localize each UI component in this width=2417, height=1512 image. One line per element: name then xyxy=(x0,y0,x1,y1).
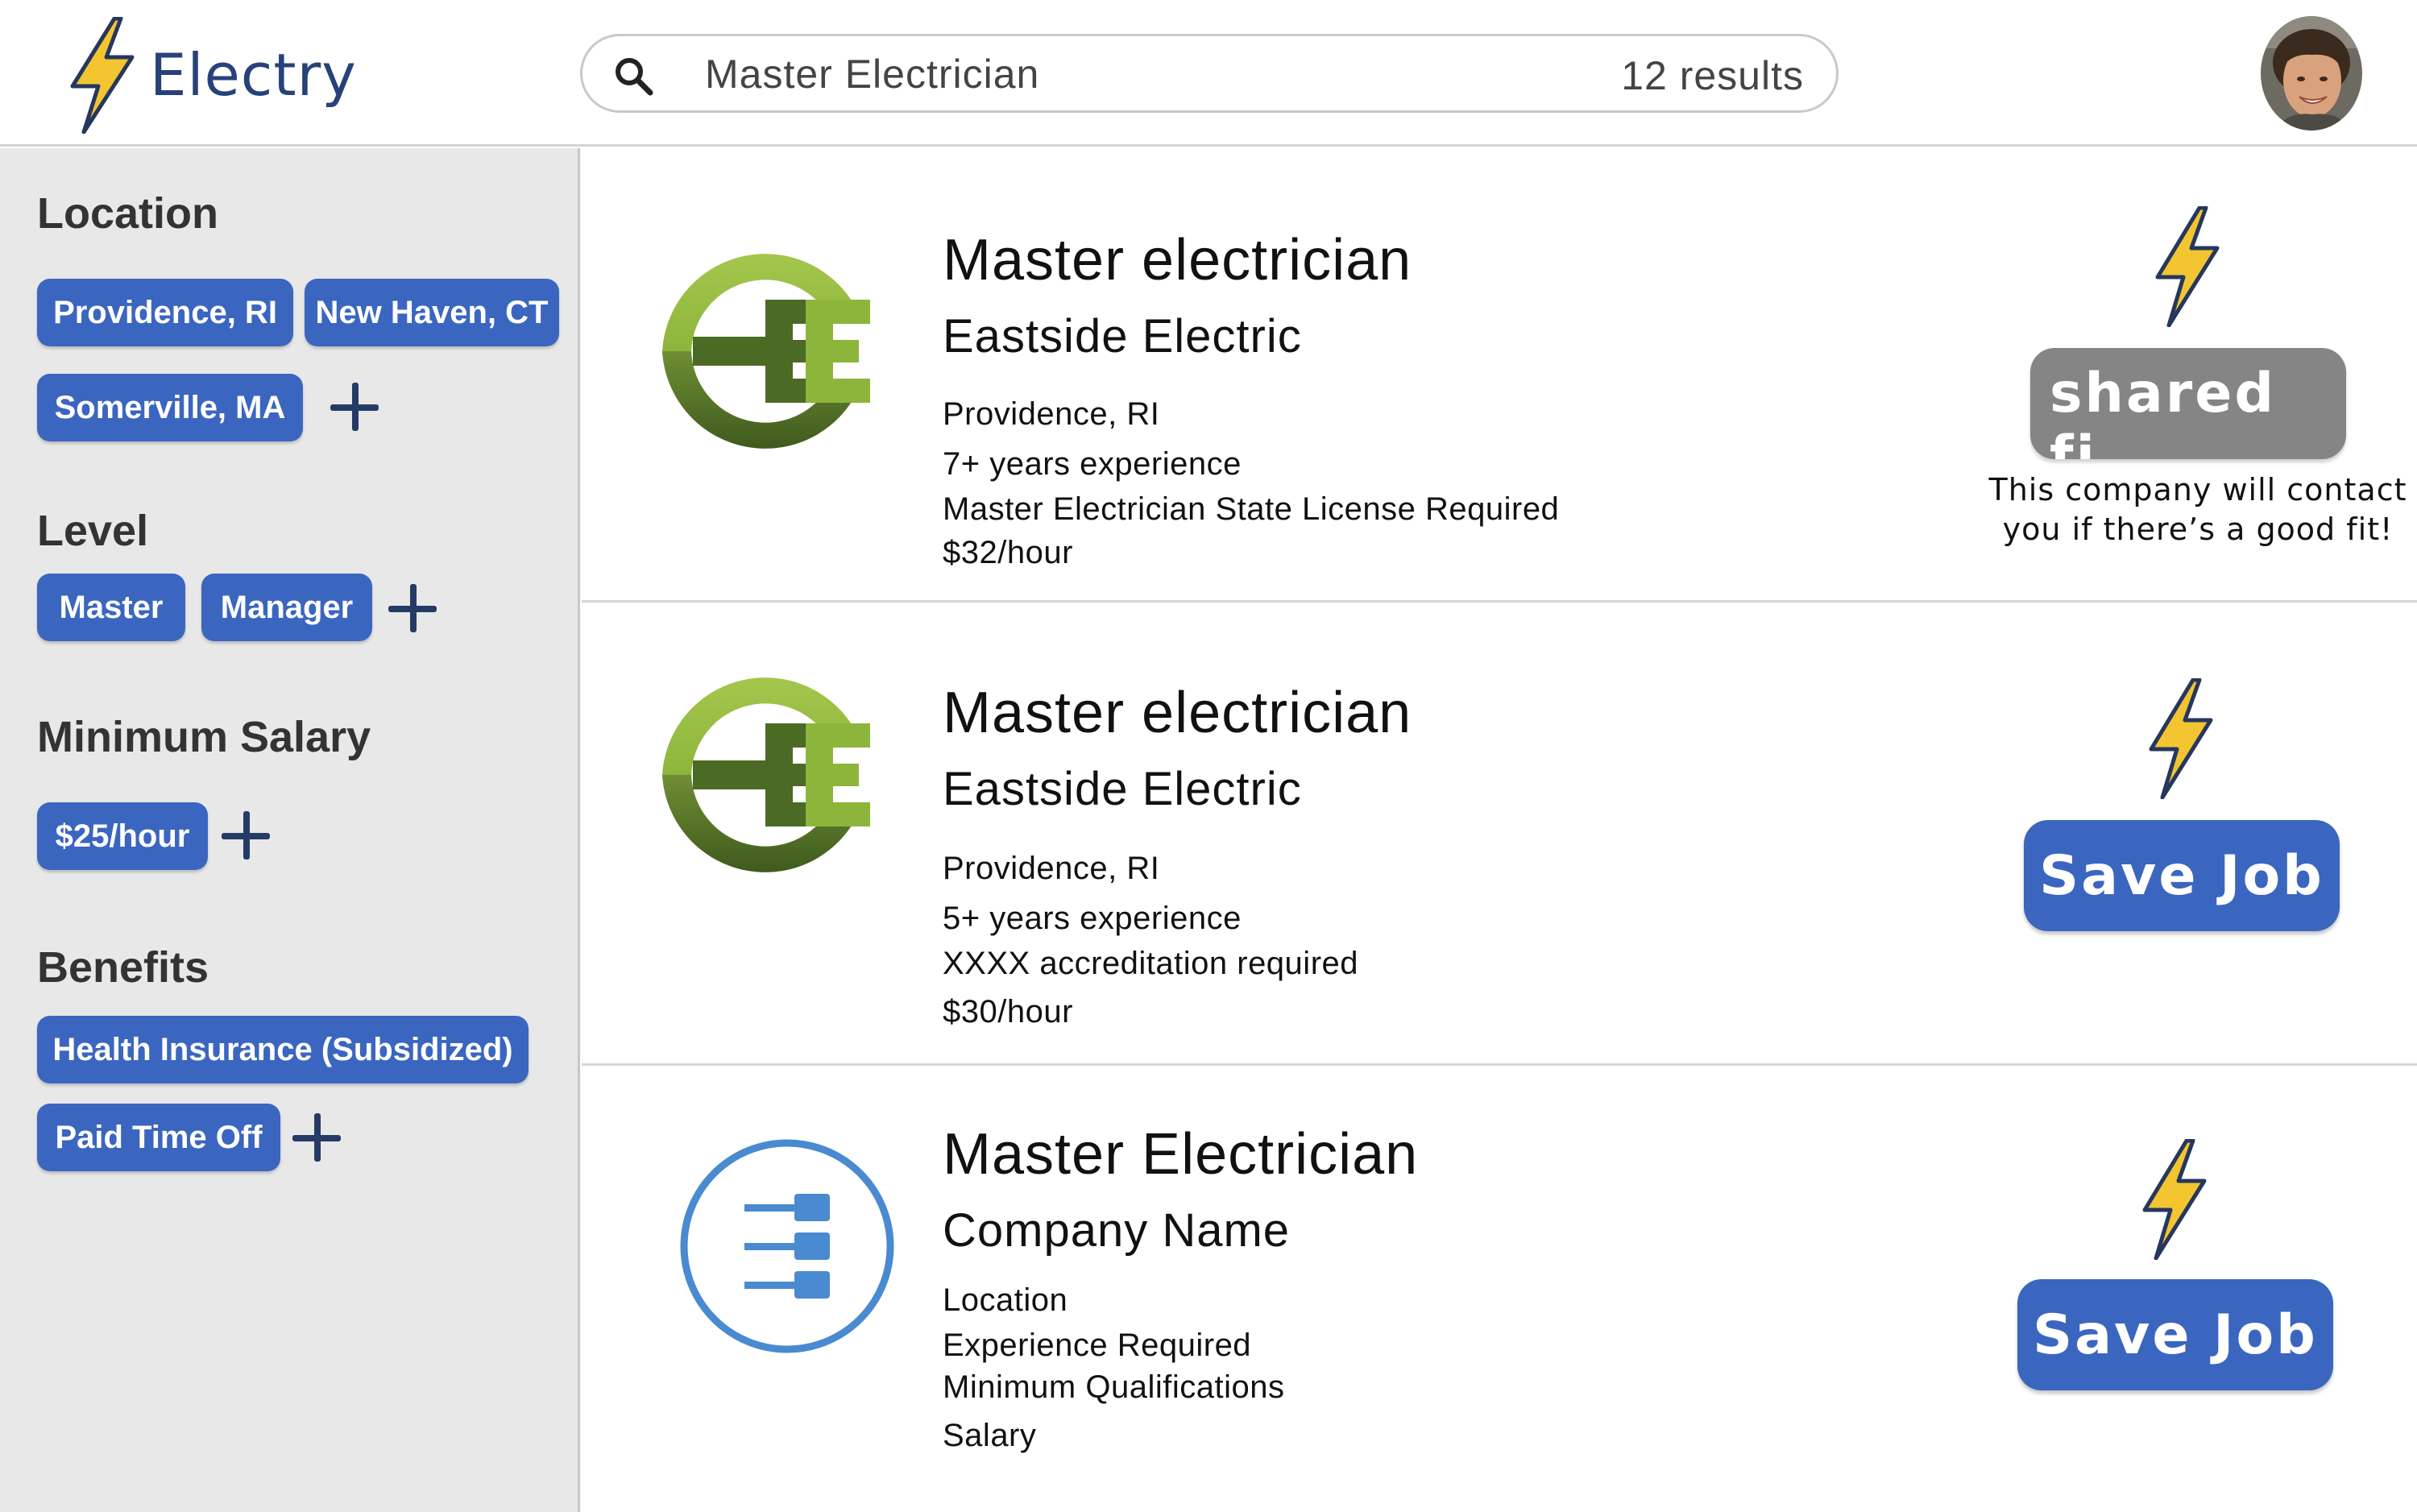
search-input[interactable] xyxy=(705,48,1430,101)
job-requirement: Minimum Qualifications xyxy=(943,1369,1285,1405)
filter-sidebar: Location Providence, RI New Haven, CT So… xyxy=(0,148,580,1512)
job-pay: $30/hour xyxy=(943,994,1073,1029)
company-name: Eastside Electric xyxy=(943,310,1302,362)
job-requirement: Master Electrician State License Require… xyxy=(943,491,1560,527)
eastside-electric-logo xyxy=(662,254,870,449)
user-avatar[interactable] xyxy=(2261,16,2362,130)
add-level-plus-icon[interactable] xyxy=(384,580,441,636)
job-result-card[interactable]: Master electrician Eastside Electric Pro… xyxy=(582,148,2417,603)
job-title[interactable]: Master Electrician xyxy=(943,1121,1418,1187)
search-icon[interactable] xyxy=(613,56,653,96)
job-title[interactable]: Master electrician xyxy=(943,680,1412,746)
job-title[interactable]: Master electrician xyxy=(943,227,1412,293)
search-bar[interactable]: 12 results xyxy=(580,34,1839,113)
level-chip-master[interactable]: Master xyxy=(37,574,185,641)
app-logo[interactable]: Electry xyxy=(66,14,357,135)
job-experience: 5+ years experience xyxy=(943,901,1242,936)
company-name: Company Name xyxy=(943,1204,1291,1257)
job-experience: Experience Required xyxy=(943,1328,1252,1363)
eastside-electric-logo xyxy=(662,677,870,872)
save-job-button[interactable]: Save Job xyxy=(2017,1279,2333,1390)
shared-confirmation-note: This company will contact you if there’s… xyxy=(1988,472,2407,547)
result-count: 12 results xyxy=(1621,53,1804,98)
location-filter-title: Location xyxy=(37,189,218,238)
add-salary-plus-icon[interactable] xyxy=(218,807,274,864)
save-job-button[interactable]: Save Job xyxy=(2024,820,2340,931)
location-chip-somerville[interactable]: Somerville, MA xyxy=(37,374,303,441)
lightning-bolt-icon xyxy=(2149,678,2213,799)
job-location: Providence, RI xyxy=(943,851,1160,886)
add-location-plus-icon[interactable] xyxy=(326,379,383,435)
app-name: Electry xyxy=(150,41,357,109)
job-location: Location xyxy=(943,1282,1068,1318)
salary-filter-title: Minimum Salary xyxy=(37,713,371,761)
add-benefit-plus-icon[interactable] xyxy=(288,1109,345,1166)
job-requirement: XXXX accreditation required xyxy=(943,946,1358,981)
job-experience: 7+ years experience xyxy=(943,446,1242,482)
benefits-filter-title: Benefits xyxy=(37,943,209,992)
job-pay: Salary xyxy=(943,1418,1037,1453)
lightning-bolt-icon xyxy=(2142,1139,2207,1260)
job-pay: $32/hour xyxy=(943,535,1073,570)
placeholder-company-logo xyxy=(680,1139,894,1353)
company-name: Eastside Electric xyxy=(943,763,1302,815)
top-bar: Electry 12 results xyxy=(0,0,2417,147)
lightning-bolt-icon xyxy=(70,16,135,134)
level-filter-title: Level xyxy=(37,507,149,555)
location-chip-providence[interactable]: Providence, RI xyxy=(37,279,293,346)
job-result-card[interactable]: Master electrician Eastside Electric Pro… xyxy=(582,603,2417,1066)
level-chip-manager[interactable]: Manager xyxy=(201,574,372,641)
benefit-chip-health-insurance[interactable]: Health Insurance (Subsidized) xyxy=(37,1016,529,1083)
benefit-chip-paid-time-off[interactable]: Paid Time Off xyxy=(37,1104,280,1171)
job-location: Providence, RI xyxy=(943,396,1160,432)
job-result-card[interactable]: Master Electrician Company Name Location… xyxy=(582,1067,2417,1512)
location-chip-new-haven[interactable]: New Haven, CT xyxy=(305,279,559,346)
lightning-bolt-icon xyxy=(2155,206,2220,327)
job-shared-button[interactable]: shared fi xyxy=(2030,348,2346,459)
salary-chip-25[interactable]: $25/hour xyxy=(37,802,208,870)
